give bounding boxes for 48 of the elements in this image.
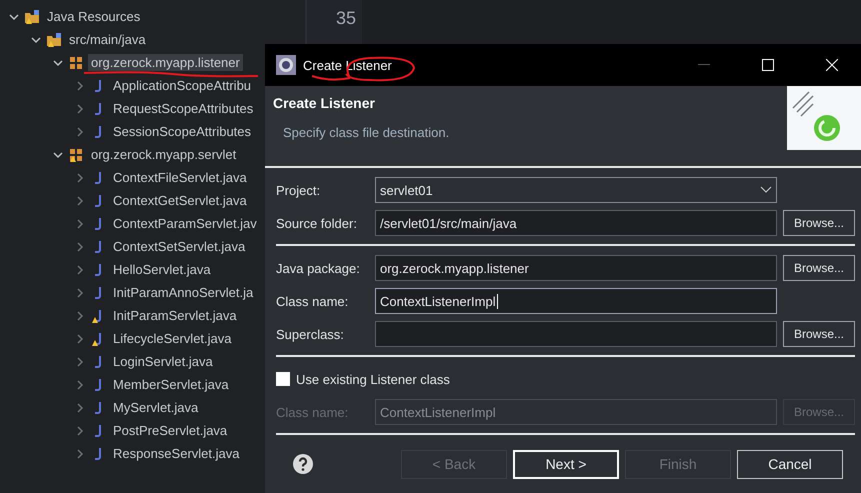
- dialog-description: Specify class file destination.: [282, 125, 450, 140]
- browse-button[interactable]: Browse...: [783, 255, 855, 281]
- dialog-heading: Create Listener: [273, 95, 376, 111]
- field-label: Class name:: [276, 404, 350, 420]
- tree-item[interactable]: ContextParamServlet.jav: [110, 215, 260, 232]
- input-field[interactable]: [375, 321, 777, 347]
- minimize-icon: [698, 64, 710, 66]
- wizard-banner-icon: [787, 86, 861, 150]
- tree-item[interactable]: InitParamServlet.java: [110, 307, 240, 324]
- tree-item[interactable]: ContextGetServlet.java: [110, 192, 250, 209]
- input-field[interactable]: org.zerock.myapp.listener: [375, 255, 777, 281]
- tree-item[interactable]: LifecycleServlet.java: [110, 330, 234, 347]
- tree-item[interactable]: ContextFileServlet.java: [110, 169, 250, 186]
- field-label: Java package:: [276, 260, 361, 276]
- browse-button[interactable]: Browse...: [783, 210, 855, 236]
- tree-item[interactable]: SessionScopeAttributes: [110, 123, 254, 140]
- input-field[interactable]: ContextListenerImpl: [375, 288, 777, 314]
- checkbox[interactable]: [276, 372, 290, 386]
- field-label: Class name:: [276, 294, 350, 308]
- gear-icon: [275, 54, 297, 76]
- tree-item[interactable]: LoginServlet.java: [110, 353, 216, 370]
- project-dropdown[interactable]: servlet01: [375, 177, 777, 203]
- help-icon[interactable]: [292, 453, 314, 475]
- tree-item[interactable]: MyServlet.java: [110, 399, 202, 416]
- tree-item[interactable]: MemberServlet.java: [110, 376, 232, 393]
- close-icon: [826, 59, 838, 71]
- tree-item[interactable]: HelloServlet.java: [110, 261, 214, 278]
- field-label: Source folder:: [276, 216, 358, 230]
- tree-item[interactable]: PostPreServlet.java: [110, 422, 230, 439]
- maximize-icon: [762, 59, 774, 71]
- tree-item[interactable]: ResponseServlet.java: [110, 445, 242, 462]
- tree-item[interactable]: Java Resources: [44, 8, 144, 25]
- line-number: 35: [334, 8, 356, 29]
- input-field[interactable]: /servlet01/src/main/java: [375, 210, 777, 236]
- tree-item[interactable]: src/main/java: [66, 31, 149, 48]
- tree-item[interactable]: ContextSetServlet.java: [110, 238, 248, 255]
- browse-button[interactable]: Browse...: [783, 321, 855, 347]
- field-label: Superclass:: [276, 326, 345, 342]
- checkbox-label: Use existing Listener class: [296, 372, 450, 386]
- tree-item[interactable]: RequestScopeAttributes: [110, 100, 256, 117]
- chevron-down-icon: [760, 186, 772, 194]
- dialog-button[interactable]: Cancel: [737, 450, 843, 478]
- tree-item[interactable]: org.zerock.myapp.servlet: [88, 146, 240, 163]
- tree-item[interactable]: InitParamAnnoServlet.ja: [110, 284, 256, 301]
- dialog-button[interactable]: Next >: [513, 450, 619, 478]
- field-label: Project:: [276, 182, 322, 198]
- tree-item[interactable]: ApplicationScopeAttribu: [110, 77, 254, 94]
- tree-item[interactable]: org.zerock.myapp.listener: [88, 54, 243, 71]
